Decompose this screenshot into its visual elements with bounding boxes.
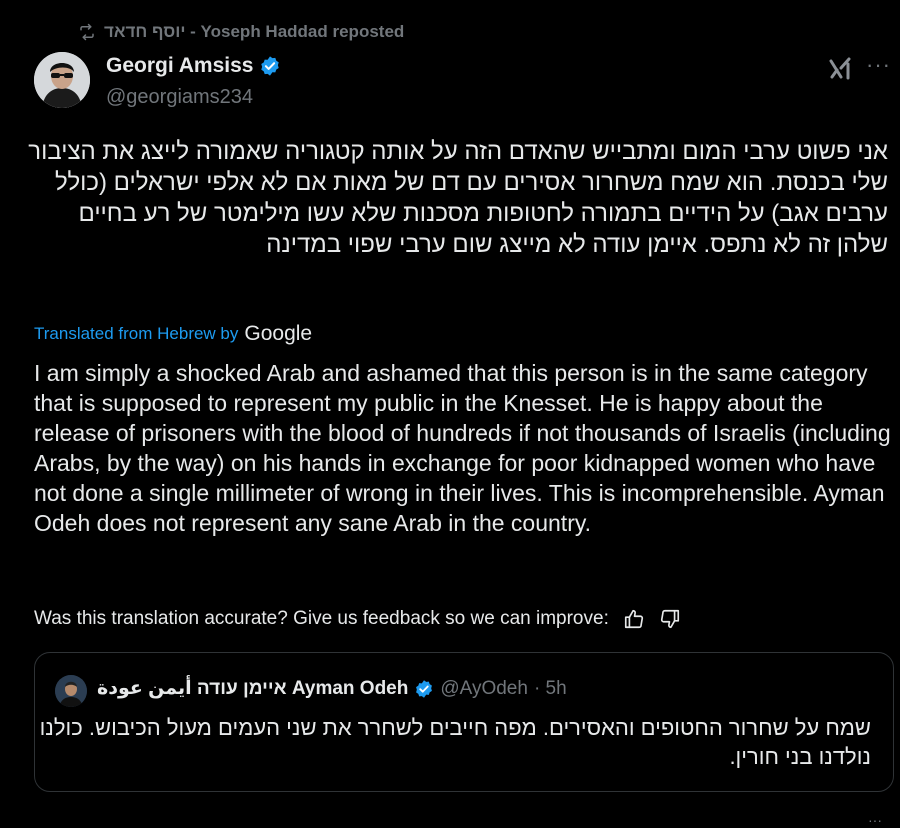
quoted-text: שמח על שחרור החטופים והאסירים. מפה חייבי… [39, 715, 871, 769]
translated-label: Translated from Hebrew by [34, 324, 239, 343]
author-name-line[interactable]: Georgi Amsiss [106, 54, 281, 78]
thumbs-up-icon[interactable] [623, 608, 645, 630]
tweet-text-translation: I am simply a shocked Arab and ashamed t… [34, 360, 891, 536]
quoted-display-name[interactable]: איימן עודה أيمن عودة Ayman Odeh [97, 677, 408, 700]
translation-feedback: Was this translation accurate? Give us f… [34, 608, 681, 630]
translation-attribution: Translated from Hebrew by Google [34, 322, 312, 346]
more-options-icon[interactable]: ··· [866, 52, 891, 78]
google-logo: Google [244, 322, 313, 345]
more-options-icon[interactable]: ··· [868, 812, 882, 828]
grok-icon[interactable] [828, 56, 854, 82]
tweet-text-hebrew: אני פשוט ערבי המום ומתבייש שהאדם הזה על … [28, 138, 888, 258]
quoted-tweet[interactable]: איימן עודה أيمن عودة Ayman Odeh @AyOdeh … [34, 652, 894, 792]
quoted-avatar[interactable] [55, 675, 87, 707]
thumbs-down-icon[interactable] [659, 608, 681, 630]
repost-indicator[interactable]: יוסף חדאד - Yoseph Haddad reposted [78, 20, 404, 44]
author-display-name[interactable]: Georgi Amsiss [106, 54, 253, 78]
quoted-time[interactable]: · 5h [534, 678, 567, 700]
quoted-header: איימן עודה أيمن عودة Ayman Odeh @AyOdeh … [97, 677, 567, 700]
feedback-prompt: Was this translation accurate? Give us f… [34, 608, 609, 629]
verified-badge-icon [261, 56, 280, 76]
verified-badge-icon [416, 679, 433, 698]
quoted-handle[interactable]: @AyOdeh [440, 678, 528, 700]
author-handle[interactable]: @georgiams234 [106, 86, 253, 109]
repost-icon [80, 23, 94, 41]
repost-text: יוסף חדאד - Yoseph Haddad reposted [104, 22, 405, 41]
author-avatar[interactable] [34, 52, 90, 108]
